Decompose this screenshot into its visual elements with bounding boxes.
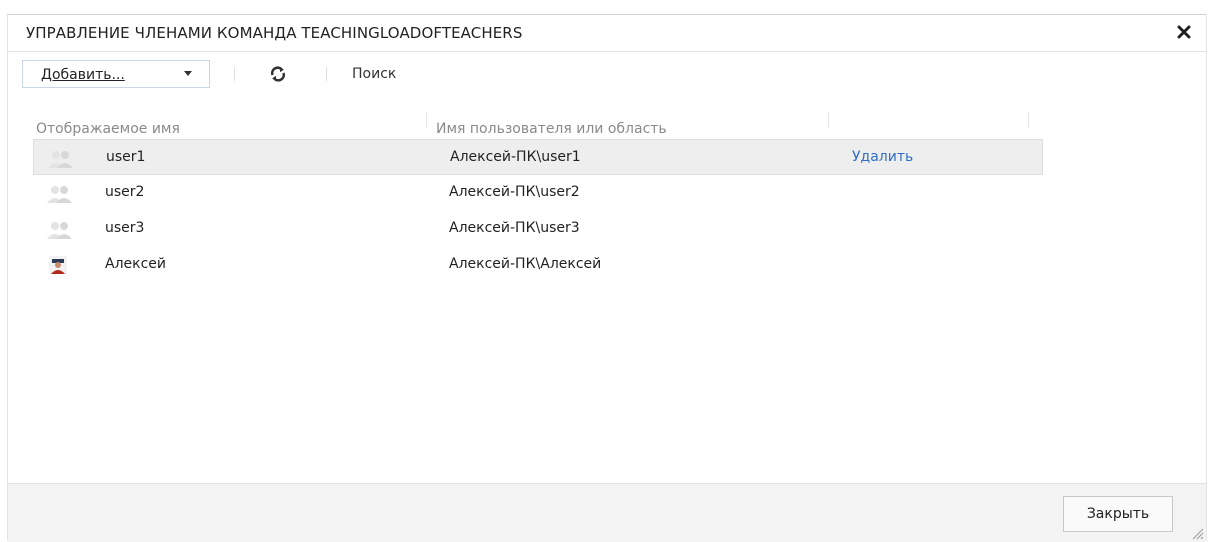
dialog-title-bar: УПРАВЛЕНИЕ ЧЛЕНАМИ КОМАНДА TEACHINGLOADO… bbox=[8, 15, 1206, 52]
chevron-down-icon bbox=[184, 71, 192, 76]
member-username: Алексей-ПК\Алексей bbox=[449, 256, 602, 272]
close-icon[interactable] bbox=[1176, 24, 1192, 40]
dialog-footer: Закрыть bbox=[8, 483, 1206, 542]
toolbar-divider bbox=[326, 67, 327, 81]
refresh-icon[interactable] bbox=[269, 65, 287, 83]
remove-member-link[interactable]: Удалить bbox=[852, 149, 913, 165]
member-display-name: user2 bbox=[105, 184, 145, 200]
user-placeholder-icon bbox=[47, 186, 72, 203]
member-username: Алексей-ПК\user1 bbox=[450, 149, 581, 165]
user-placeholder-icon bbox=[48, 151, 73, 168]
dialog-title: УПРАВЛЕНИЕ ЧЛЕНАМИ КОМАНДА TEACHINGLOADO… bbox=[26, 24, 523, 42]
column-divider[interactable] bbox=[1028, 112, 1029, 128]
member-display-name: user1 bbox=[106, 149, 146, 165]
column-divider[interactable] bbox=[828, 112, 829, 128]
table-row[interactable]: Алексей Алексей-ПК\Алексей bbox=[33, 247, 1043, 283]
manage-members-dialog: УПРАВЛЕНИЕ ЧЛЕНАМИ КОМАНДА TEACHINGLOADO… bbox=[7, 14, 1207, 542]
table-row[interactable]: user1 Алексей-ПК\user1 Удалить bbox=[33, 139, 1043, 175]
toolbar: Добавить... Поиск bbox=[22, 60, 622, 90]
member-display-name: Алексей bbox=[105, 256, 167, 272]
add-button[interactable]: Добавить... bbox=[22, 60, 210, 88]
user-placeholder-icon bbox=[47, 222, 72, 239]
column-header-display-name[interactable]: Отображаемое имя bbox=[36, 121, 180, 137]
toolbar-divider bbox=[234, 67, 235, 81]
add-button-label: Добавить... bbox=[41, 67, 125, 83]
close-button[interactable]: Закрыть bbox=[1063, 496, 1173, 532]
user-photo-icon bbox=[49, 256, 67, 274]
member-display-name: user3 bbox=[105, 220, 145, 236]
member-username: Алексей-ПК\user3 bbox=[449, 220, 580, 236]
member-username: Алексей-ПК\user2 bbox=[449, 184, 580, 200]
table-row[interactable]: user2 Алексей-ПК\user2 bbox=[33, 175, 1043, 211]
column-divider[interactable] bbox=[426, 112, 427, 128]
search-button[interactable]: Поиск bbox=[352, 66, 396, 82]
column-header-user-or-scope[interactable]: Имя пользователя или область bbox=[436, 121, 667, 137]
resize-grip-icon[interactable] bbox=[1190, 526, 1204, 540]
table-row[interactable]: user3 Алексей-ПК\user3 bbox=[33, 211, 1043, 247]
